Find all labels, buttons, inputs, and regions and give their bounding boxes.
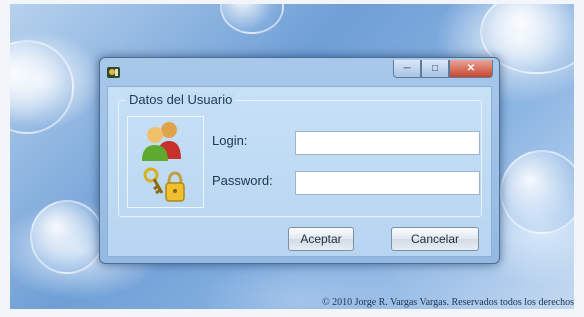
wallpaper-bubble bbox=[220, 0, 284, 34]
group-title: Datos del Usuario bbox=[126, 92, 236, 107]
app-icon bbox=[107, 67, 120, 78]
wallpaper-bubble bbox=[500, 150, 584, 234]
keys-lock-icon bbox=[143, 167, 185, 202]
maximize-icon[interactable]: □ bbox=[421, 60, 449, 78]
screenshot-border bbox=[574, 0, 584, 317]
login-input[interactable] bbox=[295, 131, 480, 155]
titlebar[interactable]: ─ □ ✕ bbox=[100, 58, 499, 86]
wallpaper-bubble bbox=[0, 40, 74, 134]
users-icon bbox=[142, 122, 181, 161]
wallpaper-bubble bbox=[30, 200, 104, 274]
password-label: Password: bbox=[212, 173, 273, 188]
login-dialog: ─ □ ✕ Datos del Usuario Login: Password:… bbox=[99, 57, 500, 264]
user-data-group: Datos del Usuario Login: Password: bbox=[118, 92, 482, 217]
screenshot-border bbox=[0, 0, 10, 317]
screenshot-border bbox=[0, 309, 584, 317]
picture-box bbox=[127, 116, 204, 208]
dialog-body: Datos del Usuario Login: Password: Acept… bbox=[107, 86, 492, 257]
close-icon[interactable]: ✕ bbox=[449, 60, 493, 78]
copyright-text: © 2010 Jorge R. Vargas Vargas. Reservado… bbox=[322, 297, 574, 308]
screenshot-border bbox=[0, 0, 584, 4]
cancel-button[interactable]: Cancelar bbox=[391, 227, 479, 251]
accept-button[interactable]: Aceptar bbox=[288, 227, 354, 251]
minimize-icon[interactable]: ─ bbox=[393, 60, 421, 78]
password-input[interactable] bbox=[295, 171, 480, 195]
login-label: Login: bbox=[212, 133, 248, 148]
